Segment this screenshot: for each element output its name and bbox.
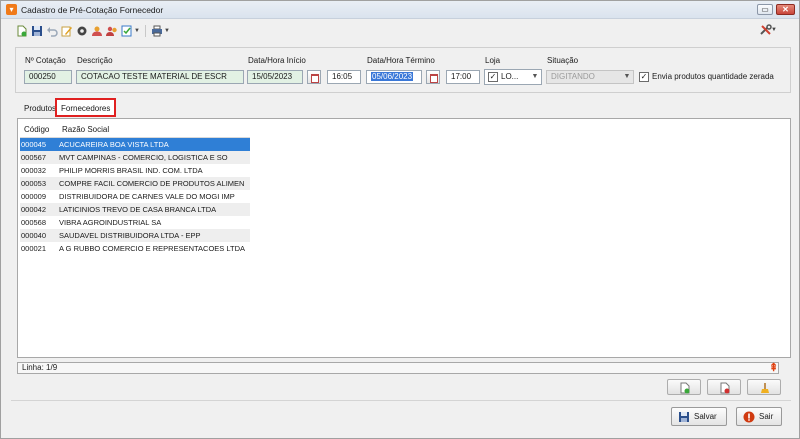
user-icon[interactable]: [91, 25, 103, 37]
cell-razao-social: COMPRE FACIL COMERCIO DE PRODUTOS ALIMEN: [59, 179, 245, 188]
sair-label: Sair: [759, 412, 774, 421]
grid-table: Código Razão Social 000045 ACUCAREIRA BOA…: [20, 122, 250, 255]
checklist-icon[interactable]: [121, 25, 133, 37]
tools-menu-button[interactable]: ▼: [759, 23, 777, 37]
exit-icon: [743, 411, 755, 423]
chevron-down-icon[interactable]: ▼: [164, 28, 170, 34]
broom-icon: [759, 382, 771, 394]
tab-fornecedores[interactable]: Fornecedores: [55, 98, 117, 117]
table-row[interactable]: 000567 MVT CAMPINAS - COMERCIO, LOGISTICA…: [20, 151, 250, 164]
cell-razao-social: ACUCAREIRA BOA VISTA LTDA: [59, 140, 169, 149]
situacao-value: DIGITANDO: [551, 72, 595, 81]
remove-doc-icon: [719, 382, 731, 394]
calendar-icon[interactable]: [307, 70, 321, 84]
termino-date-text: 05/06/2023: [371, 72, 414, 81]
termino-date-field[interactable]: 05/06/2023: [366, 70, 422, 84]
cell-codigo: 000021: [21, 244, 47, 253]
envia-zerada-checkbox[interactable]: ✓: [639, 72, 649, 82]
cell-razao-social: DISTRIBUIDORA DE CARNES VALE DO MOGI IMP: [59, 192, 235, 201]
cell-razao-social: PHILIP MORRIS BRASIL IND. COM. LTDA: [59, 166, 203, 175]
cell-razao-social: VIBRA AGROINDUSTRIAL SA: [59, 218, 162, 227]
cell-codigo: 000567: [21, 153, 47, 162]
grid-header: Código Razão Social: [20, 122, 250, 138]
cell-codigo: 000568: [21, 218, 47, 227]
calendar-icon[interactable]: [426, 70, 440, 84]
remove-fornecedor-button[interactable]: [707, 379, 741, 395]
grid-rows: 000045 ACUCAREIRA BOA VISTA LTDA 000567 MVT…: [20, 138, 250, 255]
table-row[interactable]: 000053 COMPRE FACIL COMERCIO DE PRODUTOS …: [20, 177, 250, 190]
close-window-button[interactable]: ✕: [776, 4, 795, 15]
table-row[interactable]: 000568 VIBRA AGROINDUSTRIAL SA: [20, 216, 250, 229]
cell-codigo: 000009: [21, 192, 47, 201]
footer-divider: [11, 400, 791, 401]
window-title: Cadastro de Pré-Cotação Fornecedor: [21, 5, 164, 15]
column-header-codigo[interactable]: Código: [20, 122, 58, 137]
loja-select[interactable]: ✓ LO... ▼: [484, 69, 542, 85]
table-row[interactable]: 000040 SAUDAVEL DISTRIBUIDORA LTDA - EPP: [20, 229, 250, 242]
title-bar: ▾ Cadastro de Pré-Cotação Fornecedor ▭ ✕: [1, 1, 799, 19]
inicio-label: Data/Hora Início: [248, 56, 306, 65]
sair-button[interactable]: Sair: [736, 407, 782, 426]
table-row[interactable]: 000009 DISTRIBUIDORA DE CARNES VALE DO MO…: [20, 190, 250, 203]
cell-razao-social: MVT CAMPINAS - COMERCIO, LOGISTICA E SO: [59, 153, 228, 162]
toolbar-separator: [144, 25, 146, 37]
clear-button[interactable]: [747, 379, 781, 395]
gear-icon[interactable]: [76, 25, 88, 37]
cell-razao-social: A G RUBBO COMERCIO E REPRESENTACOES LTDA: [59, 244, 246, 253]
termino-time-field[interactable]: 17:00: [446, 70, 480, 84]
checkbox-checked-icon: ✓: [488, 72, 498, 82]
status-bar: Linha: 1/9: [17, 362, 779, 374]
tab-produtos[interactable]: Produtos: [21, 102, 59, 116]
inicio-time-field[interactable]: 16:05: [327, 70, 361, 84]
situacao-label: Situação: [547, 56, 579, 65]
cell-codigo: 000040: [21, 231, 47, 240]
situacao-select: DIGITANDO ▼: [546, 70, 634, 84]
chevron-down-icon[interactable]: ▼: [134, 28, 140, 34]
chevron-down-icon: ▼: [623, 73, 631, 80]
save-icon[interactable]: [31, 25, 43, 37]
descricao-label: Descrição: [77, 56, 113, 65]
cell-razao-social: SAUDAVEL DISTRIBUIDORA LTDA - EPP: [59, 231, 201, 240]
undo-icon[interactable]: [46, 25, 58, 37]
loja-value: LO...: [501, 72, 519, 81]
table-row[interactable]: 000042 LATICINIOS TREVO DE CASA BRANCA LT…: [20, 203, 250, 216]
table-row[interactable]: 000045 ACUCAREIRA BOA VISTA LTDA: [20, 138, 250, 151]
cell-codigo: 000045: [21, 140, 47, 149]
inicio-date-field[interactable]: 15/05/2023: [247, 70, 303, 84]
table-row[interactable]: 000021 A G RUBBO COMERCIO E REPRESENTACOE…: [20, 242, 250, 255]
edit-icon[interactable]: [61, 25, 73, 37]
cell-codigo: 000053: [21, 179, 47, 188]
cell-razao-social: LATICINIOS TREVO DE CASA BRANCA LTDA: [59, 205, 217, 214]
tools-icon: [759, 24, 772, 36]
minimize-button[interactable]: ▭: [757, 4, 773, 15]
print-icon[interactable]: [151, 25, 163, 37]
loja-label: Loja: [485, 56, 501, 65]
column-header-razao-social[interactable]: Razão Social: [58, 122, 250, 137]
users-icon[interactable]: [106, 25, 118, 37]
salvar-button[interactable]: Salvar: [671, 407, 727, 426]
termino-label: Data/Hora Término: [367, 56, 435, 65]
app-window: ▾ Cadastro de Pré-Cotação Fornecedor ▭ ✕: [0, 0, 800, 439]
sort-order-icon[interactable]: ⇞: [769, 362, 781, 374]
table-row[interactable]: 000032 PHILIP MORRIS BRASIL IND. COM. LTD…: [20, 164, 250, 177]
cell-codigo: 000042: [21, 205, 47, 214]
cotacao-label: Nº Cotação: [25, 56, 66, 65]
app-logo-icon: ▾: [6, 4, 17, 15]
add-doc-icon: [679, 382, 691, 394]
salvar-label: Salvar: [694, 412, 717, 421]
cell-codigo: 000032: [21, 166, 47, 175]
cotacao-field[interactable]: 000250: [24, 70, 72, 84]
descricao-field[interactable]: COTACAO TESTE MATERIAL DE ESCR: [76, 70, 244, 84]
save-icon: [678, 411, 690, 423]
fornecedores-grid: Código Razão Social 000045 ACUCAREIRA BOA…: [17, 118, 791, 358]
chevron-down-icon: ▼: [531, 73, 539, 80]
add-fornecedor-button[interactable]: [667, 379, 701, 395]
new-doc-icon[interactable]: [16, 25, 28, 37]
main-toolbar: ▼ ▼: [16, 23, 170, 39]
envia-zerada-label: Envia produtos quantidade zerada: [652, 72, 774, 81]
